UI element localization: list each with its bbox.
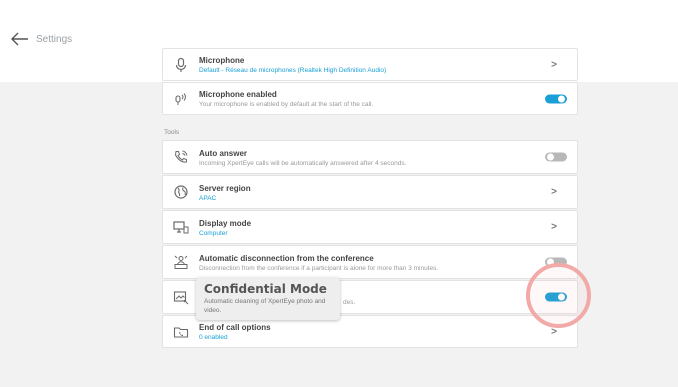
folder-call-icon [173, 324, 189, 340]
globe-icon [173, 184, 189, 200]
setting-description: Disconnection from the conference if a p… [199, 265, 439, 272]
automatic-disconnection-toggle[interactable] [545, 257, 567, 267]
section-label-tools: Tools [164, 129, 180, 136]
setting-description: Incoming XpertEye calls will be automati… [199, 160, 407, 167]
setting-title: Display mode [199, 219, 252, 228]
setting-title: Microphone [199, 56, 245, 65]
setting-title: Automatic disconnection from the confere… [199, 254, 374, 263]
setting-automatic-disconnection: Automatic disconnection from the confere… [162, 245, 578, 279]
monitor-icon [173, 219, 189, 235]
setting-display-mode[interactable]: Display mode Computer > [162, 210, 578, 244]
setting-title: End of call options [199, 323, 271, 332]
phone-answer-icon [173, 149, 189, 165]
microphone-icon [173, 57, 189, 73]
setting-description: Your microphone is enabled by default at… [199, 101, 374, 108]
setting-title: Auto answer [199, 149, 248, 158]
setting-microphone-enabled: Microphone enabled Your microphone is en… [162, 82, 578, 115]
setting-server-region[interactable]: Server region APAC > [162, 175, 578, 209]
setting-value: Default - Réseau de microphones (Realtek… [199, 67, 387, 74]
chevron-right-icon[interactable]: > [551, 187, 557, 198]
chevron-right-icon[interactable]: > [551, 222, 557, 233]
setting-title: Microphone enabled [199, 90, 277, 99]
chevron-right-icon[interactable]: > [551, 59, 557, 70]
microphone-wave-icon [173, 91, 189, 107]
setting-value: 0 enabled [199, 334, 228, 341]
confidential-mode-toggle[interactable] [545, 292, 567, 302]
setting-value: Computer [199, 230, 228, 237]
page-title: Settings [36, 34, 73, 45]
chevron-right-icon[interactable]: > [551, 326, 557, 337]
setting-microphone[interactable]: Microphone Default - Réseau de microphon… [162, 48, 578, 81]
confidential-mode-tooltip: Confidential Mode Automatic cleaning of … [196, 277, 340, 320]
setting-description: des. [343, 299, 356, 306]
microphone-enabled-toggle[interactable] [545, 94, 567, 103]
setting-value: APAC [199, 195, 217, 202]
setting-auto-answer: Auto answer Incoming XpertEye calls will… [162, 140, 578, 174]
back-arrow-icon[interactable] [11, 32, 29, 46]
auto-answer-toggle[interactable] [545, 152, 567, 162]
image-clean-icon [173, 289, 189, 305]
person-alone-icon [173, 254, 189, 270]
tooltip-description: Automatic cleaning of XpertEye photo and… [204, 298, 326, 314]
tooltip-title: Confidential Mode [204, 282, 327, 296]
setting-title: Server region [199, 184, 251, 193]
